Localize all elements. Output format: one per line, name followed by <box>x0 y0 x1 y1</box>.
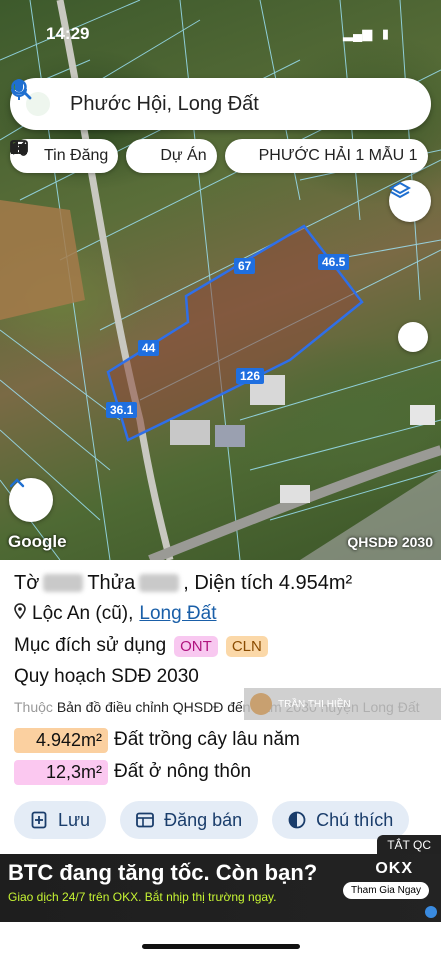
search-location-text[interactable]: Phước Hội, Long Đất <box>70 93 339 116</box>
microphone-icon[interactable] <box>11 79 415 117</box>
belong-prefix: Thuộc <box>14 699 53 715</box>
title-thua: Thửa <box>87 571 136 594</box>
percent-tag-icon <box>11 140 253 165</box>
post-sale-button[interactable]: Đăng bán <box>120 801 259 839</box>
save-label: Lưu <box>58 809 91 830</box>
ad-fine-print <box>8 908 428 914</box>
battery-icon: ▮ <box>381 26 389 41</box>
author-watermark: TRẦN THỊ HIỀN <box>244 688 441 720</box>
area-label: Đất ở nông thôn <box>114 761 252 782</box>
chip-phuoc-hai[interactable]: PHƯỚC HẢI 1 MẪU 1 <box>11 139 428 173</box>
purpose-tag-cln: CLN <box>225 635 268 657</box>
action-buttons: Lưu Đăng bán Chú thích <box>14 801 410 839</box>
ad-brand-logo: OKX <box>375 860 413 877</box>
layers-button[interactable] <box>389 180 431 222</box>
area-value: 12,3m² <box>14 759 108 785</box>
ad-headline: BTC đang tăng tốc. Còn bạn? <box>8 860 318 885</box>
title-area-label: , Diện tích <box>183 571 279 594</box>
map-view[interactable]: 14:29 ▂▄▆ ▮ Phước Hội, Long Đất Tin Đăng… <box>0 0 441 560</box>
buildings-icon <box>11 141 154 165</box>
dimension-label: 44 <box>138 340 160 356</box>
blurred-parcel-number <box>139 574 180 592</box>
chip-du-an[interactable]: Dự Án <box>11 139 217 173</box>
purpose-label: Mục đích sử dụng <box>14 635 167 656</box>
map-layer-label: QHSDĐ 2030 <box>347 534 433 550</box>
legend-label: Chú thích <box>316 809 394 830</box>
title-area-value: 4.954m² <box>278 571 353 594</box>
ad-subline: Giao dịch 24/7 trên OKX. Bắt nhịp thị tr… <box>8 890 277 904</box>
purpose-tag-ont: ONT <box>174 635 218 657</box>
chip-label: Dự Án <box>160 147 207 164</box>
save-button[interactable]: Lưu <box>14 801 107 839</box>
parcel-info-panel: Tờ Thửa , Diện tích 4.954m² Lộc An (cũ),… <box>0 560 441 854</box>
chip-label: PHƯỚC HẢI 1 MẪU 1 <box>258 147 418 164</box>
parcel-title: Tờ Thửa , Diện tích 4.954m² <box>14 568 427 598</box>
land-purpose: Mục đích sử dụng ONT CLN <box>14 632 427 660</box>
location-text: Lộc An (cũ), <box>32 603 134 624</box>
home-indicator[interactable] <box>142 944 300 949</box>
status-icons: ▂▄▆ ▮ <box>343 26 389 42</box>
ad-info-icon[interactable] <box>425 906 437 918</box>
dimension-label: 67 <box>234 258 256 274</box>
chip-label: Tin Đăng <box>44 147 109 164</box>
filter-chips: Tin Đăng Dự Án PHƯỚC HẢI 1 MẪU 1 <box>10 139 428 173</box>
signal-icon: ▂▄▆ <box>343 26 373 41</box>
area-value: 4.942m² <box>14 727 108 753</box>
ad-cta-button[interactable]: Tham Gia Ngay <box>342 882 429 899</box>
search-bar[interactable]: Phước Hội, Long Đất <box>10 78 431 130</box>
google-attribution: Google <box>8 532 67 551</box>
search-icon[interactable] <box>11 79 377 117</box>
status-time: 14:29 <box>46 24 90 43</box>
dimension-label: 46.5 <box>318 254 350 270</box>
author-name: TRẦN THỊ HIỀN <box>278 698 351 710</box>
parcel-location: Lộc An (cũ), Long Đất <box>14 600 427 628</box>
expand-up-button[interactable] <box>9 478 53 522</box>
bookmark-add-icon <box>30 811 48 829</box>
title-to: Tờ <box>14 571 40 594</box>
blurred-sheet-number <box>43 574 84 592</box>
legend-button[interactable]: Chú thích <box>272 801 410 839</box>
contrast-icon <box>288 811 306 829</box>
avatar <box>250 693 272 715</box>
area-row: 4.942m² Đất trồng cây lâu năm <box>14 726 427 754</box>
location-link[interactable]: Long Đất <box>139 603 216 625</box>
dimension-label: 36.1 <box>106 402 138 418</box>
area-row: 12,3m² Đất ở nông thôn <box>14 758 427 786</box>
area-label: Đất trồng cây lâu năm <box>114 729 300 750</box>
post-label: Đăng bán <box>164 809 243 830</box>
dimension-label: 126 <box>236 368 265 384</box>
listing-post-icon <box>136 811 154 829</box>
ad-close-button[interactable]: TẮT QC <box>377 835 441 855</box>
map-handle-button[interactable] <box>398 322 428 352</box>
location-pin-icon <box>14 603 26 625</box>
ad-banner[interactable]: BTC đang tăng tốc. Còn bạn? Giao dịch 24… <box>0 854 441 922</box>
